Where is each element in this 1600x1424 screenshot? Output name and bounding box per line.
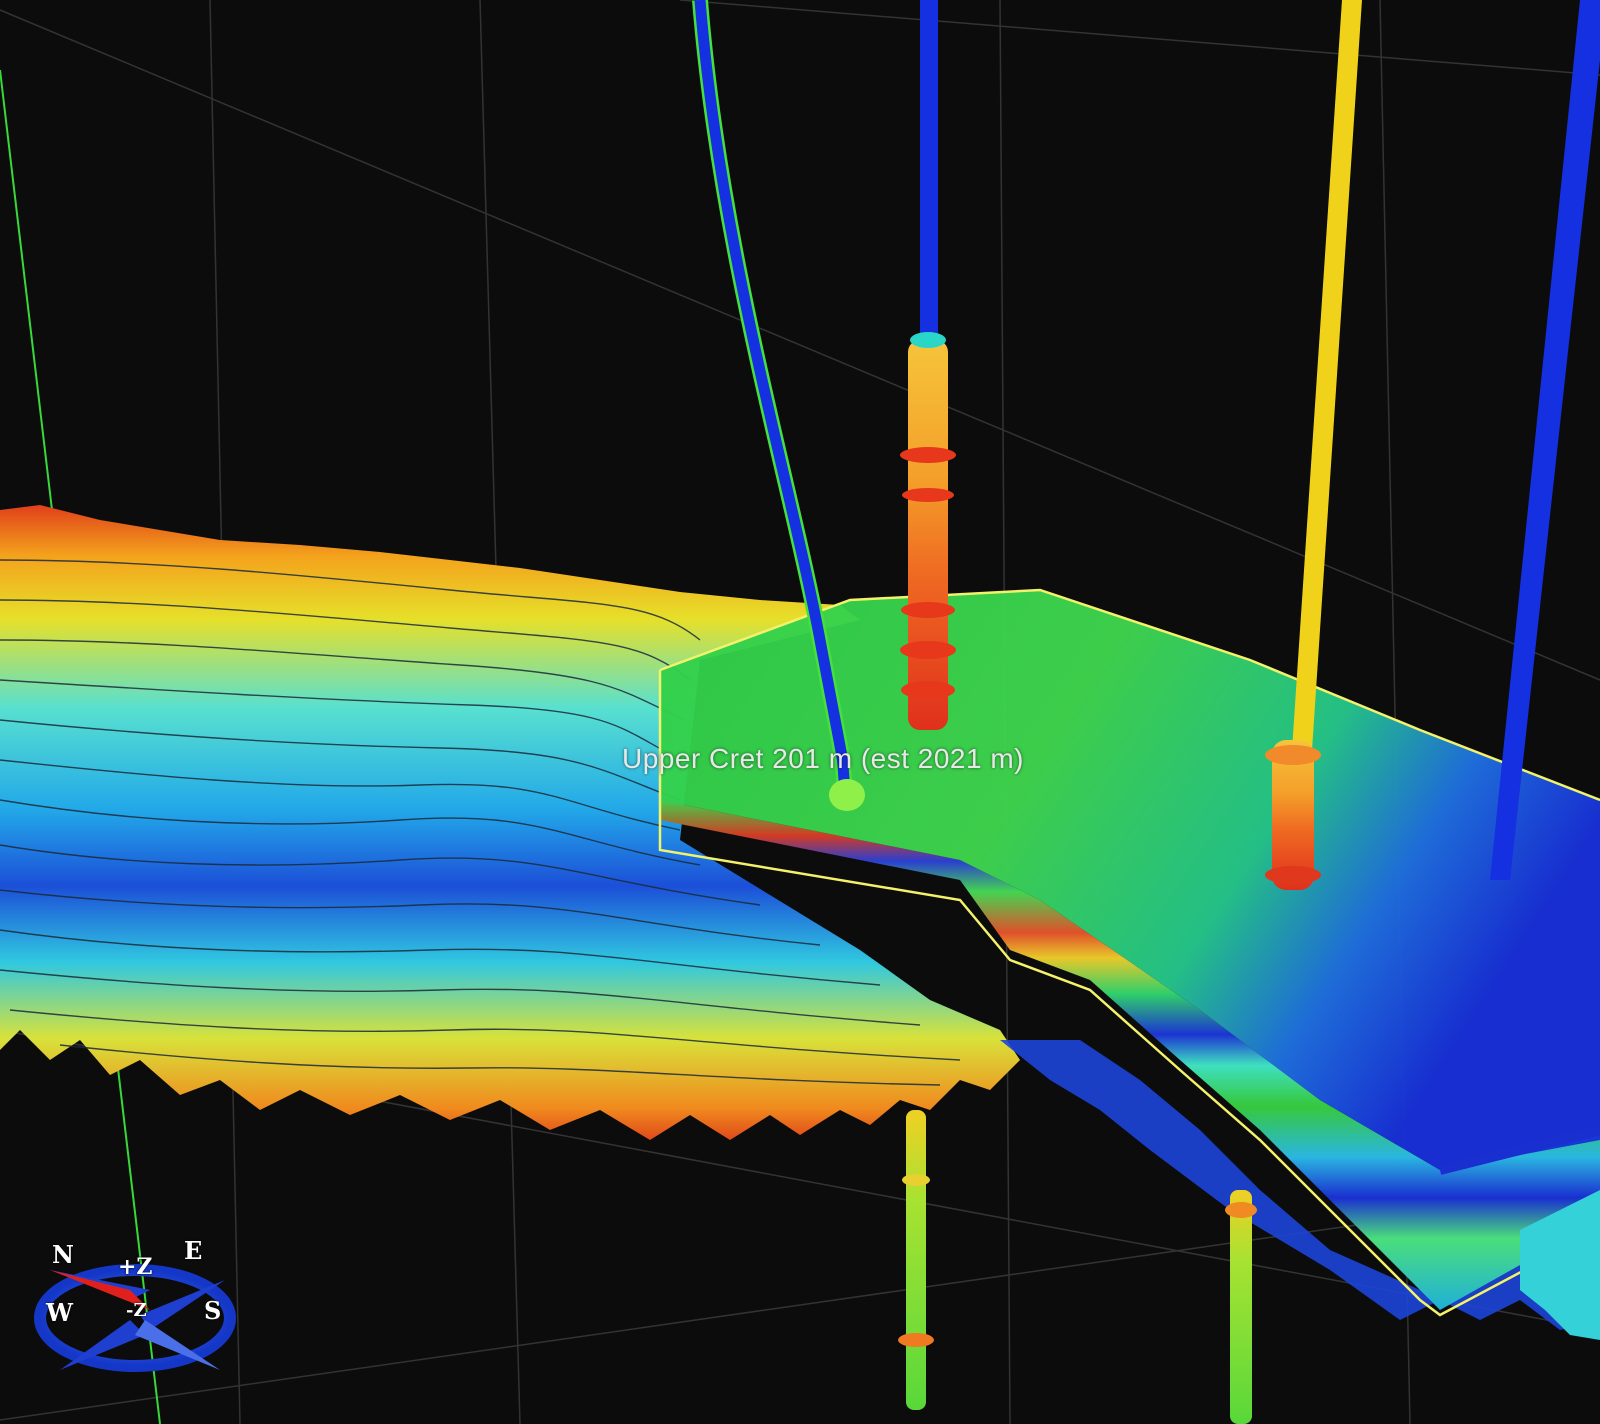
compass-down-label: -Z	[126, 1300, 147, 1321]
compass-south-label: S	[204, 1296, 222, 1325]
3d-scene[interactable]	[0, 0, 1600, 1424]
compass-east-label: E	[184, 1236, 203, 1265]
compass-up-label: +Z	[118, 1254, 153, 1280]
compass-west-label: W	[46, 1298, 73, 1327]
horizon-label: Upper Cret 201 m (est 2021 m)	[622, 743, 1024, 774]
well-trajectory-d[interactable]	[1490, 0, 1600, 880]
orientation-compass[interactable]: N E S W +Z -Z	[30, 1236, 240, 1390]
compass-north-label: N	[52, 1240, 74, 1269]
3d-viewport[interactable]: Upper Cret 201 m (est 2021 m) N E S W +Z…	[0, 0, 1600, 1424]
